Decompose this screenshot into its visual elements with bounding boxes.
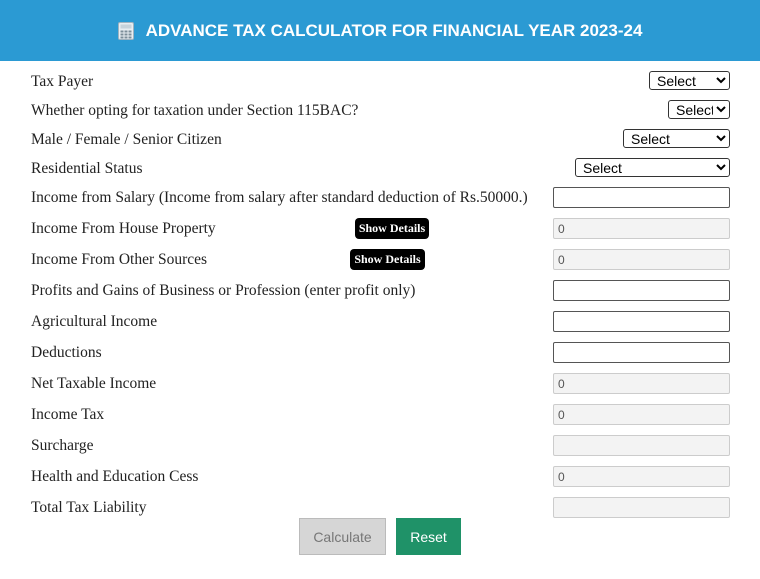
residential-status-label: Residential Status [31, 160, 143, 177]
total-tax-label: Total Tax Liability [31, 499, 147, 516]
page-title: ADVANCE TAX CALCULATOR FOR FINANCIAL YEA… [145, 20, 643, 40]
tax-payer-select[interactable]: Select [649, 71, 730, 90]
row-cess: Health and Education Cess [0, 466, 760, 488]
row-section-115bac: Whether opting for taxation under Sectio… [0, 100, 760, 122]
salary-label: Income from Salary (Income from salary a… [31, 189, 528, 206]
row-deductions: Deductions [0, 342, 760, 364]
other-sources-input[interactable] [553, 249, 730, 270]
business-input[interactable] [553, 280, 730, 301]
gender-select[interactable]: Select [623, 129, 730, 148]
row-tax-payer: Tax Payer Select [0, 71, 760, 93]
tax-payer-label: Tax Payer [31, 73, 94, 90]
reset-button[interactable]: Reset [396, 518, 461, 555]
row-surcharge: Surcharge [0, 435, 760, 457]
income-tax-label: Income Tax [31, 406, 105, 423]
gender-label: Male / Female / Senior Citizen [31, 131, 222, 148]
surcharge-label: Surcharge [31, 437, 94, 454]
deductions-input[interactable] [553, 342, 730, 363]
row-business: Profits and Gains of Business or Profess… [0, 280, 760, 302]
row-net-taxable: Net Taxable Income [0, 373, 760, 395]
house-property-show-details-button[interactable]: Show Details [355, 218, 429, 239]
row-other-sources: Income From Other Sources Show Details [0, 249, 760, 271]
agricultural-input[interactable] [553, 311, 730, 332]
net-taxable-input[interactable] [553, 373, 730, 394]
section-115bac-select[interactable]: Select [668, 100, 730, 119]
section-115bac-label: Whether opting for taxation under Sectio… [31, 102, 359, 119]
row-salary: Income from Salary (Income from salary a… [0, 187, 760, 209]
row-house-property: Income From House Property Show Details [0, 218, 760, 240]
row-gender: Male / Female / Senior Citizen Select [0, 129, 760, 151]
income-tax-input[interactable] [553, 404, 730, 425]
deductions-label: Deductions [31, 344, 102, 361]
page-header: ADVANCE TAX CALCULATOR FOR FINANCIAL YEA… [0, 0, 760, 61]
business-label: Profits and Gains of Business or Profess… [31, 282, 416, 299]
calculator-icon [117, 21, 134, 40]
salary-input[interactable] [553, 187, 730, 208]
cess-label: Health and Education Cess [31, 468, 199, 485]
row-income-tax: Income Tax [0, 404, 760, 426]
other-sources-label: Income From Other Sources [31, 251, 208, 268]
total-tax-input[interactable] [553, 497, 730, 518]
cess-input[interactable] [553, 466, 730, 487]
surcharge-input[interactable] [553, 435, 730, 456]
agricultural-label: Agricultural Income [31, 313, 158, 330]
house-property-label: Income From House Property [31, 220, 216, 237]
other-sources-show-details-button[interactable]: Show Details [350, 249, 425, 270]
residential-status-select[interactable]: Select [575, 158, 730, 177]
row-total-tax: Total Tax Liability [0, 497, 760, 519]
house-property-input[interactable] [553, 218, 730, 239]
row-agricultural: Agricultural Income [0, 311, 760, 333]
row-residential-status: Residential Status Select [0, 158, 760, 180]
net-taxable-label: Net Taxable Income [31, 375, 157, 392]
calculate-button[interactable]: Calculate [299, 518, 386, 555]
